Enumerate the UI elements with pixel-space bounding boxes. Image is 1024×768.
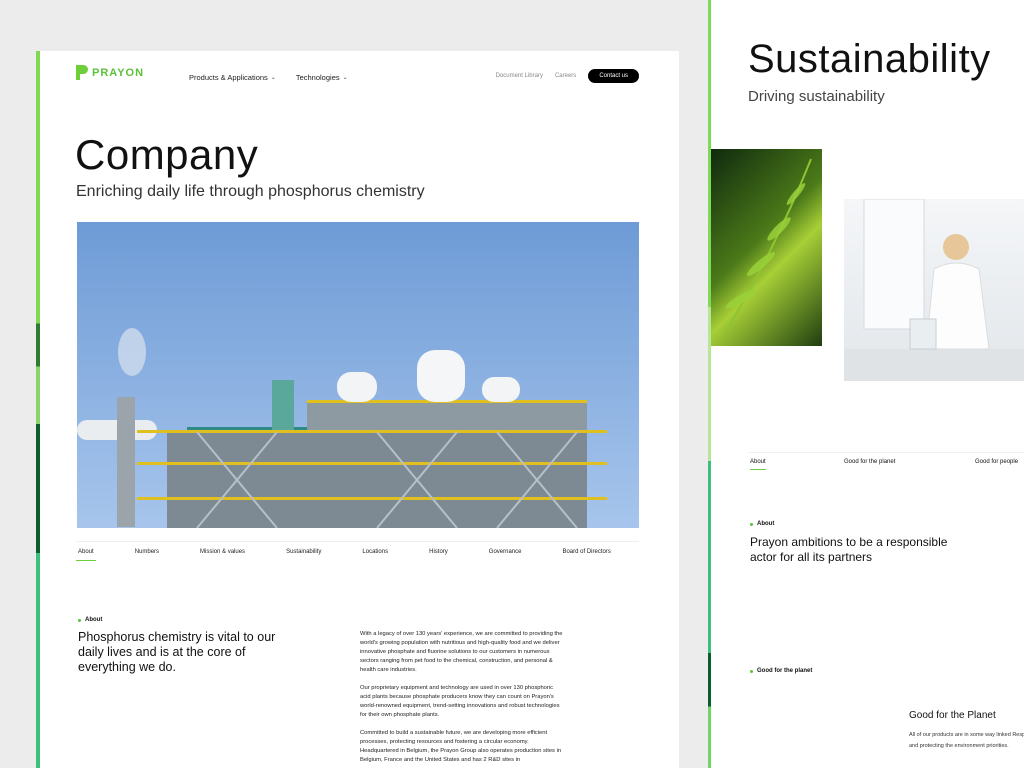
fern-forest-image	[711, 149, 822, 346]
about-body: With a legacy of over 130 years' experie…	[360, 630, 565, 768]
chevron-down-icon: ⌄	[270, 75, 276, 81]
section-subnav: About Numbers Mission & values Sustainab…	[76, 541, 639, 563]
sustainability-title: Sustainability	[748, 37, 991, 81]
planet-body: All of our products are in some way link…	[909, 732, 1024, 749]
main-menu: Products & Applications ⌄ Technologies ⌄	[189, 73, 348, 82]
nav-technologies[interactable]: Technologies ⌄	[296, 73, 348, 82]
about-paragraph: With a legacy of over 130 years' experie…	[360, 631, 563, 673]
ambitions-headline: Prayon ambitions to be a responsible act…	[750, 535, 948, 564]
planet-tag-label: Good for the planet	[757, 668, 813, 674]
subnav-about[interactable]: About	[76, 542, 96, 561]
careers-link[interactable]: Careers	[555, 73, 576, 79]
planet-section-tag: Good for the planet	[750, 668, 812, 674]
subnav-numbers[interactable]: Numbers	[133, 542, 161, 561]
tab-good-for-the-planet[interactable]: Good for the planet	[844, 459, 895, 465]
subnav-sustainability[interactable]: Sustainability	[284, 542, 323, 561]
prayon-logo[interactable]: PRAYON	[76, 65, 144, 80]
planet-title: Good for the Planet	[909, 710, 996, 721]
contact-us-button[interactable]: Contact us	[588, 69, 639, 83]
nav-label: Products & Applications	[189, 73, 268, 82]
page-subtitle: Enriching daily life through phosphorus …	[76, 183, 425, 200]
lab-scientist-image	[844, 199, 1024, 381]
chevron-down-icon: ⌄	[342, 75, 348, 81]
subnav-governance[interactable]: Governance	[487, 542, 524, 561]
about-paragraph: Our proprietary equipment and technology…	[360, 685, 560, 718]
subnav-history[interactable]: History	[427, 542, 450, 561]
nav-label: Technologies	[295, 73, 340, 82]
prayon-logo-icon	[76, 65, 88, 80]
page-title: Company	[75, 131, 259, 178]
about-paragraph: Committed to build a sustainable future,…	[360, 730, 562, 763]
accent-stripe	[708, 0, 711, 768]
tab-good-for-people[interactable]: Good for people	[975, 459, 1018, 465]
green-dot-icon	[750, 669, 753, 673]
about-section-tag: About	[78, 617, 102, 623]
utility-nav: Document Library Careers Contact us	[496, 69, 639, 83]
about-section-tag: About	[750, 521, 774, 527]
company-page-card: PRAYON Products & Applications ⌄ Technol…	[36, 51, 679, 768]
about-headline: Phosphorus chemistry is vital to our dai…	[78, 630, 276, 674]
top-nav: PRAYON Products & Applications ⌄ Technol…	[76, 65, 639, 95]
industrial-plant-image	[77, 222, 639, 528]
nav-products-applications[interactable]: Products & Applications ⌄	[189, 73, 276, 82]
sustainability-tabs: About Good for the planet Good for peopl…	[748, 452, 1024, 470]
green-dot-icon	[78, 618, 81, 622]
accent-stripe	[36, 51, 40, 768]
about-tag-label: About	[85, 617, 103, 623]
logo-text: PRAYON	[92, 66, 145, 79]
subnav-locations[interactable]: Locations	[360, 542, 390, 561]
document-library-link[interactable]: Document Library	[496, 73, 543, 79]
about-tag-label: About	[757, 521, 775, 527]
tab-about[interactable]: About	[750, 459, 766, 470]
subnav-mission-values[interactable]: Mission & values	[198, 542, 247, 561]
sustainability-page-card: Sustainability Driving sustainability Ab…	[708, 0, 1024, 768]
subnav-board-of-directors[interactable]: Board of Directors	[560, 542, 612, 561]
sustainability-subtitle: Driving sustainability	[748, 88, 885, 105]
green-dot-icon	[750, 522, 753, 526]
